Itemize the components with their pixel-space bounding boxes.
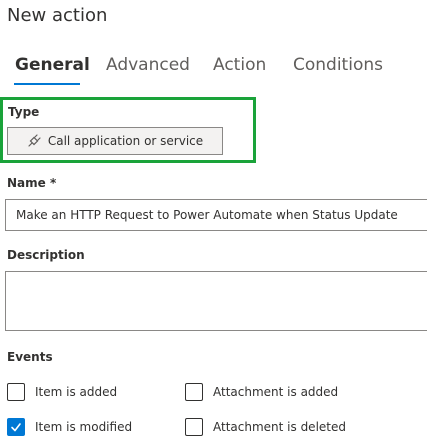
plug-icon (27, 134, 41, 148)
item-added-checkbox[interactable] (7, 383, 25, 401)
attachment-deleted-label: Attachment is deleted (213, 420, 346, 434)
type-field-highlight: Type Call application or service (0, 97, 256, 163)
description-input[interactable] (5, 271, 427, 331)
tab-action[interactable]: Action (213, 55, 266, 75)
event-item-added[interactable]: Item is added (7, 383, 117, 401)
event-attachment-deleted[interactable]: Attachment is deleted (185, 418, 346, 436)
item-modified-label: Item is modified (35, 420, 133, 434)
event-attachment-added[interactable]: Attachment is added (185, 383, 338, 401)
events-label: Events (7, 350, 53, 364)
call-service-label: Call application or service (47, 134, 204, 148)
dialog-title: New action (7, 5, 108, 26)
tab-bar: General Advanced Action Conditions (0, 52, 427, 88)
name-label: Name * (7, 176, 57, 190)
attachment-added-checkbox[interactable] (185, 383, 203, 401)
name-input[interactable] (5, 199, 427, 231)
description-label: Description (7, 248, 85, 262)
item-added-label: Item is added (35, 385, 118, 399)
attachment-added-label: Attachment is added (213, 385, 339, 399)
call-service-button[interactable]: Call application or service (7, 127, 223, 155)
tab-conditions[interactable]: Conditions (293, 55, 383, 75)
attachment-deleted-checkbox[interactable] (185, 418, 203, 436)
type-label: Type (8, 105, 40, 119)
active-tab-indicator (14, 83, 80, 85)
checkmark-icon (11, 423, 21, 432)
event-item-modified[interactable]: Item is modified (7, 418, 132, 436)
tab-general[interactable]: General (15, 55, 90, 75)
item-modified-checkbox[interactable] (7, 418, 25, 436)
tab-advanced[interactable]: Advanced (106, 55, 190, 75)
